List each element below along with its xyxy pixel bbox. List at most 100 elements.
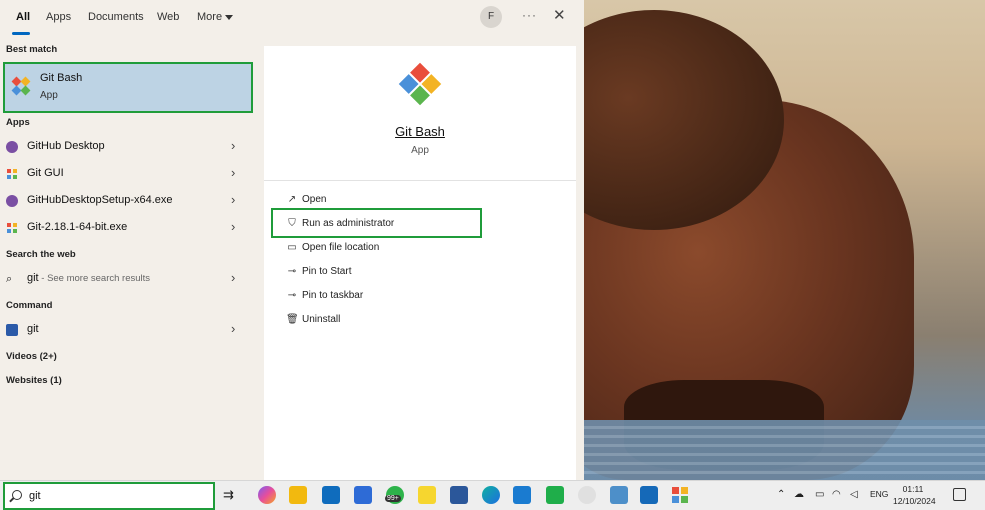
list-item-web-search[interactable]: ⌕ git - See more search results › (0, 267, 252, 291)
list-item-command-git[interactable]: git › (0, 318, 252, 342)
detail-pane: Git Bash App ↗ Open ⛉ Run as administrat… (264, 46, 576, 480)
notification-icon[interactable] (953, 488, 966, 501)
action-label: Pin to Start (302, 266, 352, 277)
section-command: Command (6, 300, 53, 311)
chevron-right-icon[interactable]: › (231, 165, 235, 180)
chevron-up-icon[interactable]: ⌃ (777, 489, 785, 500)
taskbar: ⇉ 99+ ⌃ ☁ ▭ ◠ ◁ ENG 01:11 12/10/2024 (0, 480, 985, 510)
paint-icon[interactable] (578, 486, 596, 504)
notification-badge: 99+ (385, 495, 401, 502)
divider (264, 180, 576, 181)
action-label: Uninstall (302, 314, 341, 325)
list-item-label: Git GUI (27, 167, 64, 179)
section-search-web: Search the web (6, 249, 76, 260)
git-bash-large-icon (398, 62, 442, 106)
time: 01:11 (902, 484, 924, 494)
git-gui-icon (7, 169, 17, 179)
copilot-icon[interactable] (258, 486, 276, 504)
list-item-label: GitHub Desktop (27, 140, 105, 152)
chevron-right-icon[interactable]: › (231, 192, 235, 207)
trash-icon: 🗑 (286, 314, 299, 325)
section-best-match: Best match (6, 44, 58, 55)
app-icon[interactable] (546, 486, 564, 504)
section-apps: Apps (6, 117, 30, 128)
tab-documents[interactable]: Documents (88, 11, 144, 23)
chevron-right-icon[interactable]: › (231, 321, 235, 336)
best-match-title: Git Bash (40, 72, 83, 84)
filter-tabs: All Apps Documents Web More F ··· ✕ (0, 0, 584, 38)
git-bash-taskbar-icon[interactable] (671, 486, 689, 504)
github-desktop-icon (6, 141, 18, 153)
chevron-right-icon[interactable]: › (231, 270, 235, 285)
tab-all[interactable]: All (16, 11, 30, 23)
best-match-git-bash[interactable]: Git Bash App (3, 62, 253, 113)
water (584, 420, 985, 480)
tab-web[interactable]: Web (157, 11, 179, 23)
tab-more[interactable]: More (197, 11, 234, 23)
tab-apps[interactable]: Apps (46, 11, 71, 23)
file-explorer-icon[interactable] (289, 486, 307, 504)
media-player-icon[interactable] (640, 486, 658, 504)
list-item-label: git (27, 323, 39, 335)
search-menu: All Apps Documents Web More F ··· ✕ Best… (0, 0, 584, 480)
run-as-admin-highlight (271, 208, 482, 238)
edge-icon[interactable] (482, 486, 500, 504)
tab-active-indicator (12, 32, 30, 35)
outlook-icon[interactable] (322, 486, 340, 504)
action-pin-to-start[interactable]: ⊸ Pin to Start (282, 263, 542, 283)
word-icon[interactable] (450, 486, 468, 504)
app-icon[interactable] (610, 486, 628, 504)
close-icon[interactable]: ✕ (553, 6, 566, 24)
battery-icon[interactable]: ▭ (815, 489, 824, 500)
list-item-git-installer[interactable]: Git-2.18.1-64-bit.exe › (0, 216, 252, 240)
action-label: Open (302, 194, 327, 205)
web-search-hint: - See more search results (38, 273, 151, 284)
github-setup-icon (6, 195, 18, 207)
terminal-icon (6, 324, 18, 336)
action-uninstall[interactable]: 🗑 Uninstall (282, 311, 542, 331)
list-item-github-desktop[interactable]: GitHub Desktop › (0, 135, 252, 159)
taskbar-search[interactable] (3, 482, 215, 510)
list-item-label: GitHubDesktopSetup-x64.exe (27, 194, 173, 206)
detail-title[interactable]: Git Bash (264, 124, 576, 139)
web-search-label: git - See more search results (27, 272, 150, 284)
best-match-subtitle: App (40, 90, 58, 101)
vscode-icon[interactable] (513, 486, 531, 504)
git-bash-icon (11, 76, 31, 96)
section-websites[interactable]: Websites (1) (6, 375, 62, 386)
folder-icon: ▭ (287, 242, 297, 253)
action-label: Open file location (302, 242, 380, 253)
pin-icon: ⊸ (287, 266, 297, 277)
task-view-icon[interactable]: ⇉ (223, 486, 241, 504)
pin-icon: ⊸ (287, 290, 297, 301)
clock[interactable]: 01:11 12/10/2024 (893, 483, 936, 507)
chevron-down-icon (225, 14, 234, 20)
tab-more-label: More (197, 11, 223, 23)
chevron-right-icon[interactable]: › (231, 219, 235, 234)
search-icon (12, 490, 22, 500)
action-label: Pin to taskbar (302, 290, 364, 301)
web-search-query: git (27, 272, 39, 284)
git-installer-icon (7, 223, 17, 233)
list-item-github-setup[interactable]: GitHubDesktopSetup-x64.exe › (0, 189, 252, 213)
search-icon: ⌕ (6, 273, 13, 285)
list-item-label: Git-2.18.1-64-bit.exe (27, 221, 128, 233)
open-icon: ↗ (287, 194, 297, 205)
detail-subtitle: App (411, 145, 429, 156)
section-videos[interactable]: Videos (2+) (6, 351, 57, 362)
sticky-notes-icon[interactable] (418, 486, 436, 504)
search-input[interactable] (29, 490, 199, 502)
more-options-icon[interactable]: ··· (522, 8, 537, 22)
user-avatar[interactable]: F (480, 6, 502, 28)
date: 12/10/2024 (893, 496, 936, 506)
desktop-wallpaper (584, 0, 985, 480)
action-open-file-location[interactable]: ▭ Open file location (282, 239, 542, 259)
action-pin-to-taskbar[interactable]: ⊸ Pin to taskbar (282, 287, 542, 307)
volume-icon[interactable]: ◁ (850, 489, 858, 500)
chevron-right-icon[interactable]: › (231, 138, 235, 153)
wifi-icon[interactable]: ◠ (832, 489, 841, 500)
cloud-icon[interactable]: ☁ (794, 489, 804, 500)
list-item-git-gui[interactable]: Git GUI › (0, 162, 252, 186)
store-icon[interactable] (354, 486, 372, 504)
language-indicator[interactable]: ENG (870, 489, 888, 499)
